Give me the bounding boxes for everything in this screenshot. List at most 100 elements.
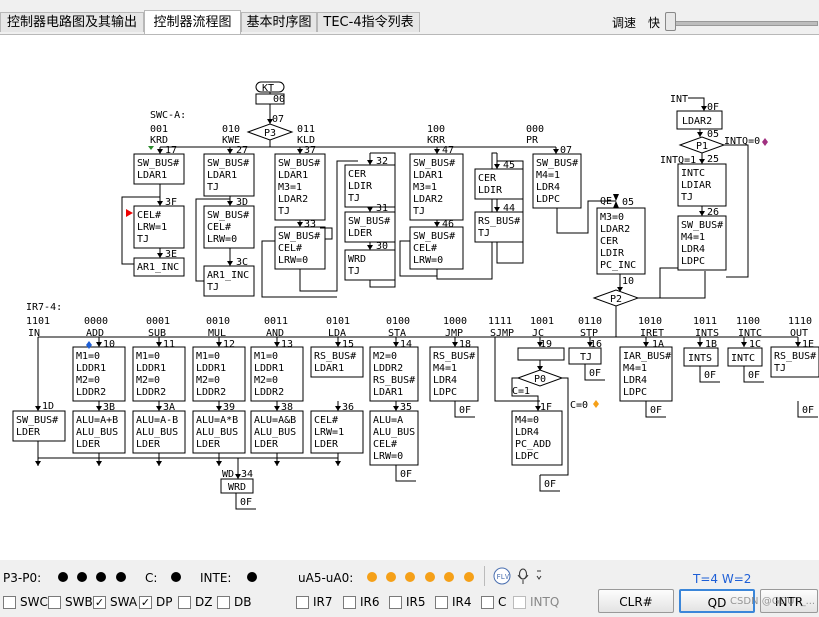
micro-op-text: LDPC [536,194,560,205]
checkbox-ir7[interactable]: IR7 [296,595,333,609]
micro-op-text: WRD [228,482,246,493]
micro-op-text: ALU=A&B [254,415,296,426]
inte-label: INTE: [200,571,232,585]
checkbox-swb[interactable]: SWB [48,595,93,609]
micro-op-text: LDIAR [681,180,712,191]
arrow-head [393,406,399,411]
micro-op-text: LDDR1 [254,363,284,374]
micro-op-text: LDAR2 [600,224,630,235]
micro-op-text: PC_ADD [515,439,551,450]
ua0-indicator [464,572,474,582]
micro-op-text: ALU_BUS [254,427,296,438]
tab-instruction-list[interactable]: TEC-4指令列表 [317,12,420,32]
micro-op-text: LDIR [348,181,373,192]
speed-slider-track[interactable] [666,21,818,26]
checkbox-ir6[interactable]: IR6 [343,595,380,609]
tab-timing[interactable]: 基本时序图 [241,12,317,32]
arrow-head [494,207,500,212]
arrow-head [227,201,233,206]
micro-op-text: LRW=0 [207,234,237,245]
micro-op-text: LDDR2 [136,387,166,398]
checkbox-box[interactable]: ✓ [93,595,106,609]
checkbox-label: DZ [195,595,213,609]
arrow-head [297,149,303,154]
clr-button[interactable]: CLR# [598,589,674,613]
arrow-head [274,342,280,347]
micro-op-text: LDR4 [681,244,705,255]
micro-address-label: 07 [272,114,284,125]
arrow-head [367,245,373,250]
instruction-code: 1110 [788,316,812,327]
checkbox-c[interactable]: C [481,595,506,609]
micro-op-text: LDPC [433,387,457,398]
flow-line [688,97,705,111]
arrow-head [156,406,162,411]
checkbox-intq[interactable]: INTQ [513,595,559,609]
tab-circuit[interactable]: 控制器电路图及其输出 [0,12,144,32]
arrow-head [297,222,303,227]
decision-label: P3 [264,128,276,139]
checkbox-box[interactable] [343,595,356,609]
micro-op-text: LDAR1 [413,170,443,181]
arrow-head [156,342,162,347]
checkbox-ir4[interactable]: IR4 [435,595,472,609]
micro-op-text: LDDR2 [76,387,106,398]
ua3-indicator [405,572,415,582]
micro-op-text: LRW=0 [413,255,443,266]
checkbox-box[interactable] [296,595,309,609]
checkbox-swc[interactable]: SWC [3,595,48,609]
micro-op-text: M3=1 [413,182,437,193]
instruction-code: 1001 [530,316,554,327]
micro-op-text: LRW=0 [278,255,308,266]
checkbox-label: IR5 [406,595,426,609]
micro-op-text: TJ [348,266,360,277]
micro-op-text: TJ [207,282,219,293]
qe-label: QE [600,196,612,207]
micro-op-text: SW_BUS# [137,158,179,169]
checkbox-db[interactable]: DB [217,595,251,609]
tab-flowchart[interactable]: 控制器流程图 [144,10,241,34]
checkbox-box[interactable] [3,595,16,609]
micro-op-text: M3=1 [278,182,302,193]
arrow-head [335,406,341,411]
checkbox-box[interactable] [435,595,448,609]
checkbox-box[interactable] [481,595,494,609]
instruction-name: OUT [790,328,808,339]
instruction-code: 1111 [488,316,512,327]
speed-slider-handle[interactable] [665,12,676,31]
checkbox-swa[interactable]: ✓ SWA [93,595,137,609]
checkbox-box[interactable] [178,595,191,609]
checkbox-dz[interactable]: DZ [178,595,212,609]
micro-op-text: SW_BUS# [207,210,249,221]
arrow-head [227,261,233,266]
micro-op-text: LDER [76,439,101,450]
checkbox-box[interactable] [48,595,61,609]
p3p0-label: P3-P0: [3,571,42,585]
instruction-name: SUB [148,328,166,339]
checkbox-ir5[interactable]: IR5 [389,595,426,609]
flowchart-canvas: KT 00 07 P3 SWC-A: 001 KRD 17 SW_BUS# LDAR1 3F CEL#… [0,34,819,561]
checkbox-label: DP [156,595,173,609]
checkbox-box[interactable] [217,595,230,609]
micro-op-text: WRD [348,254,366,265]
micro-op-text: RS_BUS# [433,351,475,362]
end-address-label: 0F [704,370,716,381]
micro-op-text: M2=0 [196,375,220,386]
instruction-name: STA [388,328,406,339]
checkbox-box[interactable] [513,595,526,609]
micro-op-text: LDAR1 [137,170,167,181]
checkbox-box[interactable] [389,595,402,609]
micro-op-text: AR1_INC [207,270,249,281]
checkbox-dp[interactable]: ✓ DP [139,595,172,609]
arrow-head [96,406,102,411]
micro-op-text: ALU_BUS [373,427,415,438]
micro-op-text: SW_BUS# [278,158,320,169]
micro-op-text: M1=0 [76,351,100,362]
micro-op-text: M3=0 [600,212,624,223]
end-address-label: 0F [544,479,556,490]
checkbox-box[interactable]: ✓ [139,595,152,609]
instruction-code: 0011 [264,316,288,327]
micro-op-text: ALU_BUS [136,427,178,438]
micro-op-text: LDIR [600,248,625,259]
micro-op-text: TJ [478,228,490,239]
